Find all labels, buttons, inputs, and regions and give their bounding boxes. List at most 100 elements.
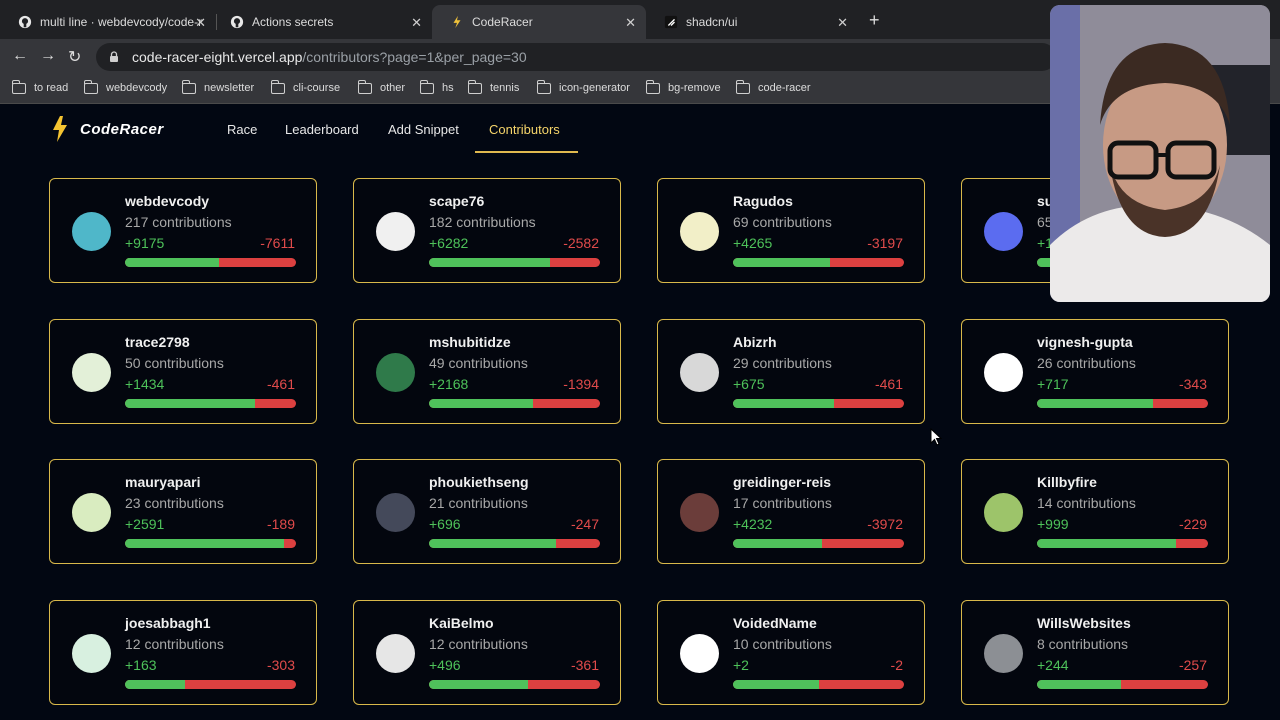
avatar [72, 353, 111, 392]
bookmark-newsletter[interactable]: newsletter [181, 79, 254, 94]
reload-icon[interactable]: ↻ [68, 47, 81, 67]
contributor-card[interactable]: joesabbagh1 12 contributions +163 -303 [49, 600, 317, 705]
avatar [680, 634, 719, 673]
bookmark-hs[interactable]: hs [419, 79, 454, 94]
bookmark-other[interactable]: other [357, 79, 406, 94]
contributor-card[interactable]: vignesh-gupta 26 contributions +717 -343 [961, 319, 1229, 424]
bookmark-code-racer[interactable]: code-racer [735, 79, 811, 94]
contributor-name[interactable]: WillsWebsites [1037, 615, 1131, 631]
avatar [376, 353, 415, 392]
additions-deletions-bar [733, 539, 904, 548]
bookmark-bg-remove[interactable]: bg-remove [645, 79, 721, 94]
contributor-card[interactable]: WillsWebsites 8 contributions +244 -257 [961, 600, 1229, 705]
additions-deletions-bar [733, 399, 904, 408]
contribution-count: 8 contributions [1037, 636, 1129, 652]
tab-title: shadcn/ui [686, 15, 738, 29]
address-bar[interactable]: code-racer-eight.vercel.app/contributors… [96, 43, 1056, 71]
tab-actions-secrets[interactable]: Actions secrets ✕ [212, 8, 432, 36]
new-tab-icon[interactable]: + [869, 10, 880, 31]
bookmark-to-read[interactable]: to read [11, 79, 68, 94]
additions-deletions-bar [125, 399, 296, 408]
close-tab-icon[interactable]: ✕ [195, 15, 206, 31]
tab-title: multi line · webdevcody/code-r [40, 15, 203, 29]
contributor-name[interactable]: greidinger-reis [733, 474, 831, 490]
tab-coderacer[interactable]: CodeRacer ✕ [432, 5, 646, 39]
contributor-card[interactable]: greidinger-reis 17 contributions +4232 -397… [657, 459, 925, 564]
contributor-name[interactable]: mauryapari [125, 474, 200, 490]
contributor-card[interactable]: mshubitidze 49 contributions +2168 -1394 [353, 319, 621, 424]
bookmark-icon-generator[interactable]: icon-generator [536, 79, 630, 94]
nav-add-snippet[interactable]: Add Snippet [388, 122, 459, 137]
additions-fill [125, 258, 220, 267]
avatar [984, 212, 1023, 251]
additions-deletions-bar [429, 680, 600, 689]
tab-title: Actions secrets [252, 15, 334, 29]
contributor-card[interactable]: Ragudos 69 contributions +4265 -3197 [657, 178, 925, 283]
close-tab-icon[interactable]: ✕ [411, 15, 422, 31]
close-tab-icon[interactable]: ✕ [625, 15, 636, 31]
bookmark-label: other [380, 82, 406, 94]
bookmark-tennis[interactable]: tennis [467, 79, 519, 94]
contribution-count: 12 contributions [125, 636, 224, 652]
contributor-card[interactable]: mauryapari 23 contributions +2591 -189 [49, 459, 317, 564]
close-tab-icon[interactable]: ✕ [837, 15, 848, 31]
additions-deletions-bar [1037, 539, 1208, 548]
site-logo[interactable]: CodeRacer [52, 116, 164, 142]
contributor-name[interactable]: phoukiethseng [429, 474, 529, 490]
contributor-card[interactable]: trace2798 50 contributions +1434 -461 [49, 319, 317, 424]
contributor-name[interactable]: VoidedName [733, 615, 817, 631]
nav-contributors[interactable]: Contributors [489, 122, 560, 137]
contributor-name[interactable]: joesabbagh1 [125, 615, 211, 631]
contributor-name[interactable]: scape76 [429, 193, 484, 209]
additions-count: +4265 [733, 235, 773, 251]
bookmark-webdevcody[interactable]: webdevcody [83, 79, 167, 94]
deletions-count: -2 [890, 657, 903, 673]
active-nav-underline [475, 151, 578, 153]
folder-icon [536, 79, 551, 94]
contributor-name[interactable]: vignesh-gupta [1037, 334, 1133, 350]
additions-deletions-bar [125, 680, 296, 689]
github-icon [230, 15, 244, 29]
contributor-name[interactable]: trace2798 [125, 334, 190, 350]
additions-fill [429, 680, 529, 689]
forward-arrow-icon[interactable]: → [40, 47, 56, 65]
avatar [376, 634, 415, 673]
bolt-icon [453, 15, 461, 29]
contributor-name[interactable]: Killbyfire [1037, 474, 1097, 490]
deletions-count: -1394 [563, 376, 599, 392]
avatar [72, 634, 111, 673]
contribution-count: 69 contributions [733, 214, 832, 230]
back-arrow-icon[interactable]: ← [12, 47, 28, 65]
deletions-count: -7611 [260, 235, 295, 251]
contributor-card[interactable]: phoukiethseng 21 contributions +696 -247 [353, 459, 621, 564]
deletions-count: -247 [570, 516, 599, 532]
deletions-count: -2582 [563, 235, 599, 251]
contributor-name[interactable]: Abizrh [733, 334, 777, 350]
additions-count: +999 [1037, 516, 1069, 532]
additions-count: +2 [733, 657, 749, 673]
contributor-name[interactable]: webdevcody [125, 193, 209, 209]
contributor-card[interactable]: Abizrh 29 contributions +675 -461 [657, 319, 925, 424]
contributor-name[interactable]: mshubitidze [429, 334, 511, 350]
tab-github-multiline[interactable]: multi line · webdevcody/code-r ✕ [0, 8, 216, 36]
tab-shadcn[interactable]: shadcn/ui ✕ [646, 8, 858, 36]
contribution-count: 26 contributions [1037, 355, 1136, 371]
bookmark-cli-course[interactable]: cli-course [270, 79, 340, 94]
contributor-card[interactable]: KaiBelmo 12 contributions +496 -361 [353, 600, 621, 705]
nav-leaderboard[interactable]: Leaderboard [285, 122, 359, 137]
contributor-card[interactable]: scape76 182 contributions +6282 -2582 [353, 178, 621, 283]
contributor-card[interactable]: VoidedName 10 contributions +2 -2 [657, 600, 925, 705]
contributor-name[interactable]: Ragudos [733, 193, 793, 209]
additions-deletions-bar [429, 258, 600, 267]
contributor-card[interactable]: Killbyfire 14 contributions +999 -229 [961, 459, 1229, 564]
deletions-count: -303 [266, 657, 295, 673]
additions-fill [733, 539, 822, 548]
avatar [984, 634, 1023, 673]
additions-fill [1037, 399, 1154, 408]
contributor-name[interactable]: KaiBelmo [429, 615, 494, 631]
nav-race[interactable]: Race [227, 122, 257, 137]
folder-icon [181, 79, 196, 94]
additions-count: +717 [1037, 376, 1069, 392]
additions-fill [733, 258, 831, 267]
contributor-card[interactable]: webdevcody 217 contributions +9175 -7611 [49, 178, 317, 283]
